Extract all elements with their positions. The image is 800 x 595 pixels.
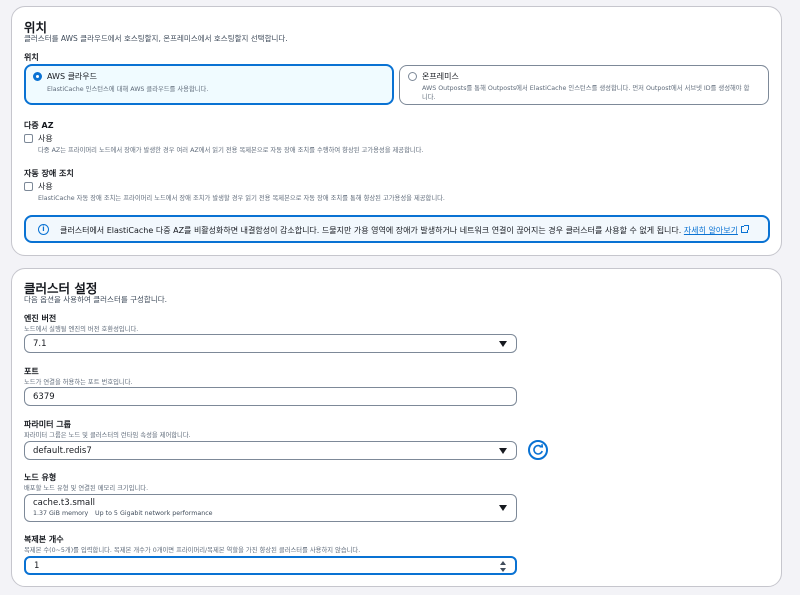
port-description: 노드가 연결을 허용하는 포트 번호입니다. [24,379,133,386]
parameter-group-label: 파라미터 그룹 [24,420,71,429]
auto-failover-checkbox[interactable] [24,182,33,191]
replicas-label: 복제본 개수 [24,535,64,544]
caret-down-icon [499,341,507,347]
refresh-parameter-groups-button[interactable] [528,440,548,460]
on-premises-title: 온프레미스 [422,72,459,81]
caret-down-icon [499,505,507,511]
replicas-value: 1 [34,561,40,571]
port-input[interactable]: 6379 [24,387,517,406]
parameter-group-select[interactable]: default.redis7 [24,441,517,460]
multi-az-description: 다중 AZ는 프라이머리 노드에서 장애가 발생한 경우 여러 AZ에서 읽기 … [38,147,424,154]
node-type-memory: 1.37 GiB memory [33,510,89,517]
cluster-settings-panel: 클러스터 설정 다음 옵션을 사용하여 클러스터를 구성합니다. 엔진 버전 노… [11,268,782,587]
aws-cloud-title: AWS 클라우드 [47,72,98,81]
auto-failover-checkbox-label[interactable]: 사용 [38,181,53,192]
radio-aws-cloud[interactable] [33,72,42,81]
location-description: 클러스터를 AWS 클라우드에서 호스팅할지, 온프레미스에서 호스팅할지 선택… [24,34,288,43]
number-stepper-icon[interactable] [499,561,507,573]
info-alert-text: 클러스터에서 ElastiCache 다중 AZ를 비활성화하면 내결함성이 감… [60,226,682,235]
port-label: 포트 [24,367,39,376]
radio-on-premises[interactable] [408,72,417,81]
engine-version-value: 7.1 [33,339,47,349]
node-type-description: 배포할 노드 유형 및 연결된 메모리 크기입니다. [24,485,149,492]
engine-version-label: 엔진 버전 [24,314,57,323]
parameter-group-description: 파라미터 그룹은 노드 및 클러스터의 런타임 속성을 제어합니다. [24,432,191,439]
replicas-description: 복제본 수(0~5개)를 입력합니다. 복제본 개수가 0개이면 프라이머리/복… [24,547,361,554]
node-type-value: cache.t3.small [33,498,95,508]
node-type-label: 노드 유형 [24,473,57,482]
info-alert-content: 클러스터에서 ElastiCache 다중 AZ를 비활성화하면 내결함성이 감… [60,225,749,236]
node-type-select[interactable]: cache.t3.small 1.37 GiB memory Up to 5 G… [24,494,517,522]
multi-az-info-alert: i 클러스터에서 ElastiCache 다중 AZ를 비활성화하면 내결함성이… [24,215,770,243]
auto-failover-title: 자동 장애 조치 [24,169,74,178]
replicas-input[interactable]: 1 [24,556,517,575]
location-label: 위치 [24,53,39,62]
engine-version-description: 노드에서 실행될 엔진의 버전 호환성입니다. [24,326,139,333]
on-premises-description-line2: 니다. [422,94,436,101]
parameter-group-value: default.redis7 [33,446,92,456]
refresh-icon [533,444,544,455]
learn-more-link[interactable]: 자세히 알아보기 [684,226,738,235]
auto-failover-description: ElastiCache 자동 장애 조치는 프라이머리 노드에서 장애 조치가 … [38,195,445,202]
multi-az-checkbox[interactable] [24,134,33,143]
engine-version-select[interactable]: 7.1 [24,334,517,353]
cluster-settings-description: 다음 옵션을 사용하여 클러스터를 구성합니다. [24,295,168,304]
external-link-icon [740,225,749,233]
location-option-on-premises[interactable]: 온프레미스 AWS Outposts를 통해 Outposts에서 Elasti… [399,65,769,105]
multi-az-checkbox-label[interactable]: 사용 [38,133,53,144]
aws-cloud-description: ElastiCache 인스턴스에 대해 AWS 클라우드를 사용합니다. [47,86,209,93]
node-type-network: Up to 5 Gigabit network performance [95,510,213,517]
multi-az-title: 다중 AZ [24,121,54,130]
on-premises-description: AWS Outposts를 통해 Outposts에서 ElastiCache … [422,85,750,92]
info-icon: i [38,224,49,235]
location-panel: 위치 클러스터를 AWS 클라우드에서 호스팅할지, 온프레미스에서 호스팅할지… [11,6,782,256]
port-value: 6379 [33,392,55,402]
caret-down-icon [499,448,507,454]
location-option-aws-cloud[interactable]: AWS 클라우드 ElastiCache 인스턴스에 대해 AWS 클라우드를 … [24,64,394,105]
